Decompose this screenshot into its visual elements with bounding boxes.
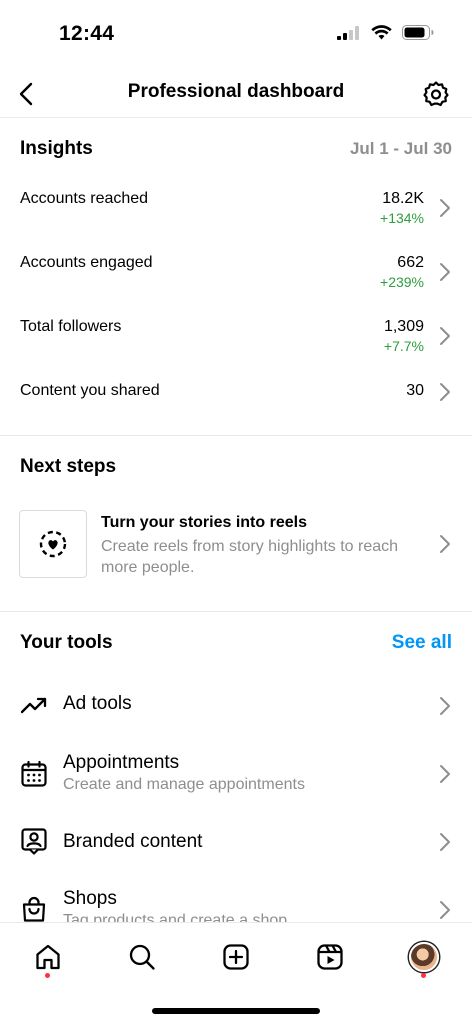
date-range[interactable]: Jul 1 - Jul 30 xyxy=(350,139,452,159)
tool-label: Branded content xyxy=(63,831,203,852)
metric-value: 662 xyxy=(397,254,424,271)
metric-change: +7.7% xyxy=(383,338,424,354)
status-icons xyxy=(337,25,434,40)
tool-row-branded-content[interactable]: Branded content xyxy=(0,812,472,872)
metric-label: Content you shared xyxy=(20,382,160,399)
metric-value: 30 xyxy=(406,382,424,399)
status-bar: 12:44 xyxy=(0,0,472,70)
search-icon xyxy=(129,944,155,970)
metric-row-accounts-engaged[interactable]: Accounts engaged 662 +239% xyxy=(0,246,472,296)
chevron-right-icon xyxy=(440,901,450,919)
metric-value: 1,309 xyxy=(383,318,424,335)
chevron-right-icon xyxy=(440,833,450,851)
nav-reels-button[interactable] xyxy=(306,933,354,981)
page-title: Professional dashboard xyxy=(127,81,345,102)
avatar xyxy=(409,942,439,972)
reels-icon xyxy=(317,944,343,970)
next-steps-section: Next steps Turn your stories into reels … xyxy=(0,436,472,612)
metric-label: Accounts engaged xyxy=(20,254,153,271)
metric-row-total-followers[interactable]: Total followers 1,309 +7.7% xyxy=(0,310,472,360)
story-heart-icon xyxy=(39,530,67,558)
metric-row-accounts-reached[interactable]: Accounts reached 18.2K +134% xyxy=(0,182,472,232)
metric-row-content-shared[interactable]: Content you shared 30 xyxy=(0,374,472,424)
nav-create-button[interactable] xyxy=(212,933,260,981)
metric-change: +239% xyxy=(380,274,424,290)
step-title: Turn your stories into reels xyxy=(101,514,307,531)
app-header: Professional dashboard xyxy=(0,70,472,118)
home-icon xyxy=(36,944,60,970)
signal-icon xyxy=(337,25,359,40)
insights-title: Insights xyxy=(20,138,93,159)
chevron-right-icon xyxy=(440,383,450,401)
insights-section: Insights Jul 1 - Jul 30 Accounts reached… xyxy=(0,118,472,436)
chevron-right-icon xyxy=(440,199,450,217)
next-steps-title: Next steps xyxy=(20,456,117,477)
status-time: 12:44 xyxy=(59,22,115,45)
chevron-right-icon xyxy=(440,327,450,345)
chevron-right-icon xyxy=(440,535,450,553)
gear-icon xyxy=(423,81,449,107)
notification-dot xyxy=(421,973,426,978)
nav-search-button[interactable] xyxy=(118,933,166,981)
chevron-right-icon xyxy=(440,765,450,783)
chevron-right-icon xyxy=(440,263,450,281)
tool-description: Create and manage appointments xyxy=(63,776,305,793)
see-all-link[interactable]: See all xyxy=(392,632,452,654)
your-tools-title: Your tools xyxy=(20,632,113,653)
tool-row-appointments[interactable]: Appointments Create and manage appointme… xyxy=(0,744,472,804)
nav-home-button[interactable] xyxy=(24,933,72,981)
branded-content-icon xyxy=(19,826,49,856)
your-tools-section: Your tools See all Ad tools Appointments… xyxy=(0,612,472,922)
plus-square-icon xyxy=(223,944,249,970)
calendar-icon xyxy=(19,759,49,789)
tool-label: Shops xyxy=(63,888,117,909)
tool-row-shops[interactable]: Shops Tag products and create a shop xyxy=(0,880,472,922)
chevron-right-icon xyxy=(440,697,450,715)
battery-icon xyxy=(402,25,434,40)
metric-label: Total followers xyxy=(20,318,122,335)
metric-value: 18.2K xyxy=(382,190,424,207)
step-thumbnail xyxy=(19,510,87,578)
tool-label: Ad tools xyxy=(63,693,132,714)
metric-change: +134% xyxy=(380,210,424,226)
notification-dot xyxy=(45,973,50,978)
step-description: Create reels from story highlights to re… xyxy=(101,538,399,576)
trending-up-icon xyxy=(19,690,49,720)
shopping-bag-icon xyxy=(19,894,49,922)
settings-button[interactable] xyxy=(418,76,454,112)
tool-row-ad-tools[interactable]: Ad tools xyxy=(0,674,472,734)
tool-description: Tag products and create a shop xyxy=(63,912,288,922)
home-indicator xyxy=(152,1008,320,1014)
bottom-nav xyxy=(0,922,472,1023)
nav-profile-button[interactable] xyxy=(400,933,448,981)
wifi-icon xyxy=(371,25,392,40)
metric-label: Accounts reached xyxy=(20,190,149,207)
tool-label: Appointments xyxy=(63,752,180,773)
next-step-card[interactable]: Turn your stories into reels Create reel… xyxy=(0,510,472,578)
